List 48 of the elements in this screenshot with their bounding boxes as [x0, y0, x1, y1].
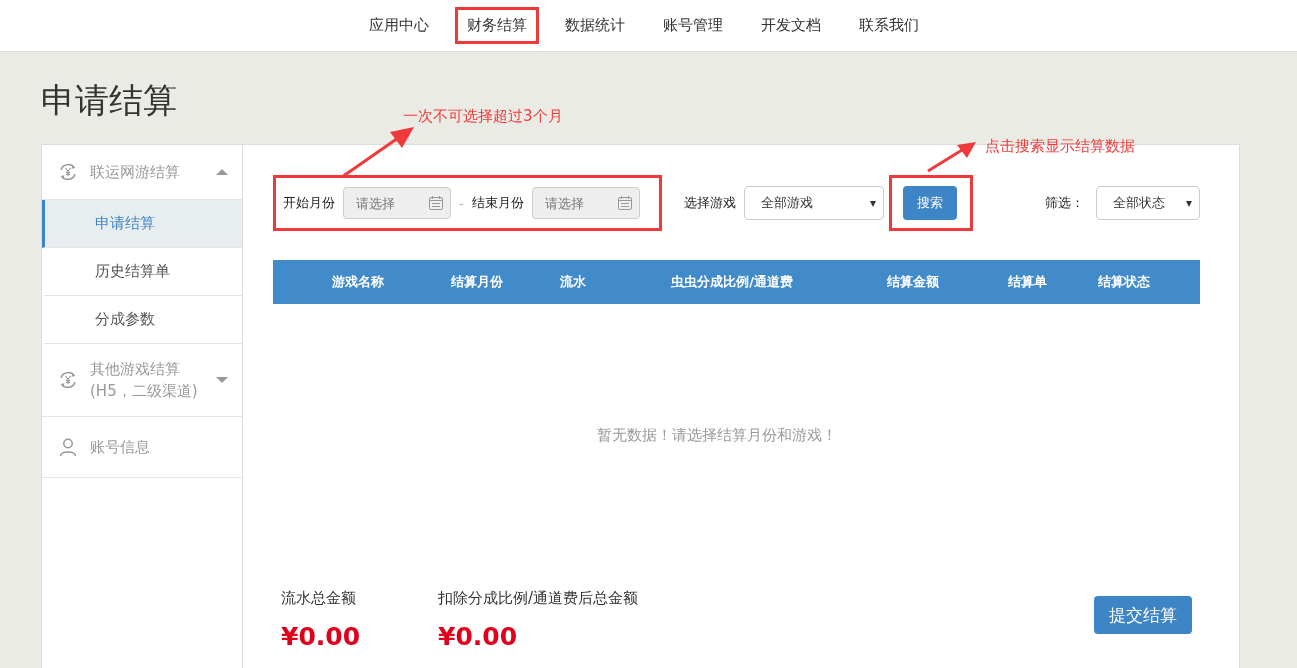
- start-month-field[interactable]: 请选择: [343, 187, 451, 219]
- sidebar-item[interactable]: 分成参数: [42, 296, 242, 344]
- end-month-field[interactable]: 请选择: [531, 187, 640, 219]
- sidebar-group-label: 联运网游结算: [90, 162, 181, 183]
- annotation-text: 一次不可选择超过3个月: [403, 107, 563, 126]
- annotation-text: 点击搜索显示结算数据: [985, 137, 1135, 156]
- status-filter-label: 筛选：: [1045, 194, 1084, 212]
- total-label: 扣除分成比例/通道费后总金额: [438, 589, 639, 608]
- column-header: 结算状态: [1097, 273, 1151, 291]
- user-icon: [58, 437, 78, 457]
- column-header: 虫虫分成比例/通道费: [670, 273, 794, 291]
- calendar-icon: [428, 195, 444, 211]
- caret-down-icon: [216, 377, 228, 383]
- total-amount: ¥0.00: [438, 622, 519, 651]
- column-header: 流水: [559, 273, 587, 291]
- start-month-label: 开始月份: [283, 194, 335, 212]
- sidebar-item[interactable]: 申请结算: [42, 200, 242, 248]
- nav-link[interactable]: 财务结算: [454, 7, 539, 44]
- total-amount: ¥0.00: [281, 622, 361, 651]
- caret-up-icon: [216, 169, 228, 175]
- column-header: 结算金额: [886, 273, 940, 291]
- nav-link[interactable]: 数据统计: [552, 7, 637, 44]
- game-select[interactable]: 全部游戏: [744, 186, 884, 220]
- nav-link[interactable]: 应用中心: [356, 7, 441, 44]
- column-header: 结算单: [1006, 273, 1048, 291]
- calendar-icon: [616, 195, 633, 211]
- column-header: 游戏名称: [331, 273, 385, 291]
- annotation-arrow: [926, 140, 978, 174]
- end-month-label: 结束月份: [471, 194, 524, 212]
- status-select[interactable]: 全部状态: [1096, 186, 1200, 220]
- search-button[interactable]: 搜索: [903, 186, 957, 220]
- column-header: 结算月份: [450, 273, 504, 291]
- yuan-cycle-icon: [58, 370, 78, 390]
- sidebar-group-sublabel: (H5，二级渠道): [90, 381, 199, 402]
- total-label: 流水总金额: [281, 589, 357, 608]
- empty-table-message: 暂无数据！请选择结算月份和游戏！: [595, 426, 838, 445]
- nav-link[interactable]: 开发文档: [748, 7, 833, 44]
- caret-down-icon: [1186, 201, 1192, 207]
- caret-down-icon: [870, 201, 876, 207]
- sidebar-item[interactable]: 历史结算单: [42, 248, 242, 296]
- sidebar-group-label: 其他游戏结算: [90, 359, 181, 380]
- submit-button[interactable]: 提交结算: [1094, 596, 1192, 634]
- nav-link[interactable]: 联系我们: [846, 7, 931, 44]
- range-separator: -: [459, 195, 464, 211]
- yuan-cycle-icon: [58, 162, 78, 182]
- page-title: 申请结算: [41, 79, 177, 122]
- nav-link[interactable]: 账号管理: [650, 7, 735, 44]
- game-select-label: 选择游戏: [684, 194, 736, 212]
